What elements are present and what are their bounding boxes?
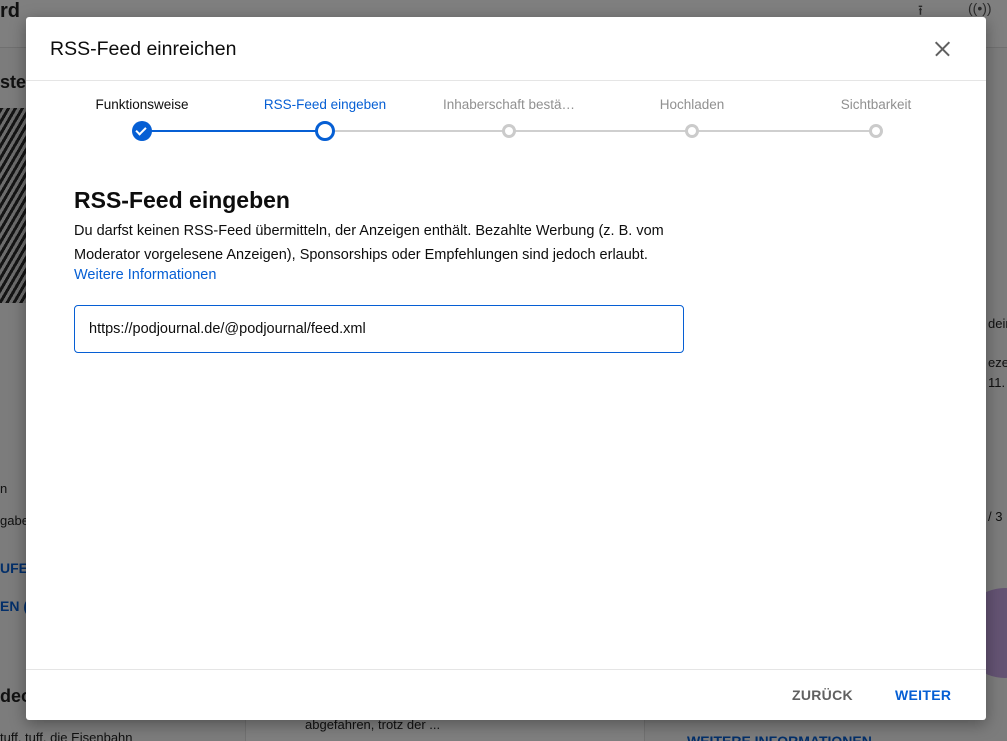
submit-rss-dialog: RSS-Feed einreichen Funktionsweise RSS-F…: [26, 17, 986, 720]
section-description: Du darfst keinen RSS-Feed übermitteln, d…: [74, 223, 664, 263]
back-button[interactable]: ZURÜCK: [792, 683, 853, 707]
stepper-track-complete: [142, 130, 325, 132]
rss-feed-input[interactable]: [74, 305, 684, 353]
check-icon: [135, 124, 147, 136]
step-label-sichtbarkeit: Sichtbarkeit: [840, 97, 912, 112]
close-icon[interactable]: [927, 34, 957, 64]
step-label-funktionsweise: Funktionsweise: [95, 97, 189, 112]
dialog-divider: [26, 80, 986, 81]
section-heading: RSS-Feed eingeben: [74, 187, 290, 213]
step-node-pending: [502, 124, 516, 138]
step-label-rss-feed: RSS-Feed eingeben: [263, 97, 387, 112]
step-label-inhaberschaft: Inhaberschaft bestä…: [442, 97, 576, 112]
step-node-done: [132, 121, 152, 141]
step-node-active: [315, 121, 335, 141]
step-label-hochladen: Hochladen: [659, 97, 725, 112]
dialog-title: RSS-Feed einreichen: [50, 38, 237, 60]
stepper-track-remaining: [325, 130, 876, 132]
dialog-divider: [26, 669, 986, 670]
step-node-pending: [869, 124, 883, 138]
more-info-link[interactable]: Weitere Informationen: [74, 267, 216, 283]
step-node-pending: [685, 124, 699, 138]
next-button[interactable]: WEITER: [895, 683, 951, 707]
